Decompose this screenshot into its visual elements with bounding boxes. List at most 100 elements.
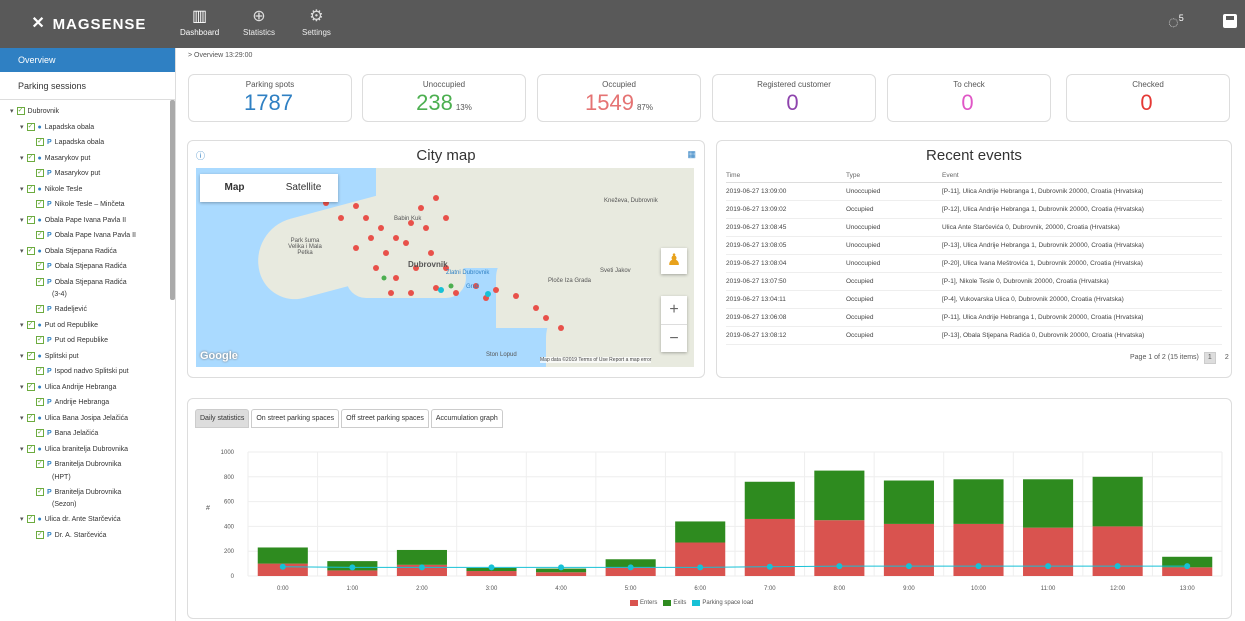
tree-node[interactable]: ✓ P Dr. A. Starčevića — [0, 528, 175, 544]
checkbox[interactable]: ✓ — [36, 169, 44, 178]
tree-node[interactable]: ▾ ✓ Dubrovnik — [0, 104, 175, 120]
tab-daily-statistics[interactable]: Daily statistics — [195, 409, 250, 428]
tree-node[interactable]: ▾ ✓ ● Masarykov put — [0, 151, 175, 167]
stat-card[interactable]: Checked 0 — [1066, 74, 1230, 122]
checkbox[interactable]: ✓ — [26, 215, 35, 224]
tree-node[interactable]: ✓ P Radeljević — [0, 302, 175, 318]
stat-card[interactable]: Registered customer 0 — [712, 74, 876, 122]
stat-card[interactable]: To check 0 — [887, 74, 1051, 122]
event-row[interactable]: 2019-06-27 13:04:11 Occupied [P-4], Vukova… — [726, 290, 1222, 309]
legend-load[interactable]: Parking space load — [692, 600, 753, 606]
checkbox[interactable]: ✓ — [16, 107, 25, 116]
tree-node[interactable]: ▾ ✓ ● Put od Republike — [0, 318, 175, 334]
nav-dashboard[interactable]: ▥ Dashboard — [180, 6, 219, 37]
checkbox[interactable]: ✓ — [36, 200, 44, 209]
tree-node[interactable]: ✓ P Masarykov put — [0, 166, 175, 182]
legend-enters[interactable]: Enters — [630, 600, 657, 606]
event-row[interactable]: 2019-06-27 13:08:05 Unoccupied [P-13], Uli… — [726, 236, 1222, 255]
zoom-in-button[interactable]: + — [661, 296, 687, 324]
save-icon[interactable] — [1223, 14, 1237, 28]
map-tab-map[interactable]: Map — [200, 174, 269, 202]
collapse-arrow-icon[interactable]: ▾ — [20, 124, 24, 131]
checkbox[interactable]: ✓ — [36, 487, 44, 496]
collapse-arrow-icon[interactable]: ▾ — [10, 108, 14, 115]
checkbox[interactable]: ✓ — [36, 277, 44, 286]
zoom-out-button[interactable]: − — [661, 324, 687, 352]
event-row[interactable]: 2019-06-27 13:09:02 Occupied [P-12], Ulica… — [726, 200, 1222, 219]
tree-node[interactable]: ▾ ✓ ● Nikole Tesle — [0, 182, 175, 198]
checkbox[interactable]: ✓ — [36, 138, 44, 147]
page-1-button[interactable]: 1 — [1203, 352, 1216, 364]
tree-node[interactable]: ✓ P Lapadska obala — [0, 135, 175, 151]
event-row[interactable]: 2019-06-27 13:06:08 Occupied [P-11], Ulica… — [726, 308, 1222, 327]
grid-icon[interactable]: ▦ — [687, 149, 696, 160]
sidebar-scrollbar[interactable] — [170, 100, 175, 300]
tree-node[interactable]: ▾ ✓ ● Lapadska obala — [0, 120, 175, 136]
tree-node[interactable]: ▾ ✓ ● Ulica Andrije Hebranga — [0, 380, 175, 396]
checkbox[interactable]: ✓ — [36, 305, 44, 314]
street-view-pegman-icon[interactable]: ♟ — [661, 248, 687, 274]
col-time[interactable]: Time — [726, 170, 846, 183]
checkbox[interactable]: ✓ — [26, 320, 35, 329]
tree-node[interactable]: ▾ ✓ ● Splitski put — [0, 349, 175, 365]
tree-node[interactable]: ✓ P Bana Jelačića — [0, 426, 175, 442]
stat-card[interactable]: Occupied 1549 87% — [537, 74, 701, 122]
checkbox[interactable]: ✓ — [36, 231, 44, 240]
checkbox[interactable]: ✓ — [26, 184, 35, 193]
checkbox[interactable]: ✓ — [36, 460, 44, 469]
event-row[interactable]: 2019-06-27 13:08:45 Unoccupied Ulica Ante … — [726, 218, 1222, 237]
tree-node[interactable]: ✓ P Branitelja Dubrovnika — [0, 457, 175, 473]
tab-off-street[interactable]: Off street parking spaces — [341, 409, 429, 428]
tree-node[interactable]: ▾ ✓ ● Ulica Bana Josipa Jelačića — [0, 411, 175, 427]
collapse-arrow-icon[interactable]: ▾ — [20, 322, 24, 329]
tree-node[interactable]: ✓ P Branitelja Dubrovnika — [0, 485, 175, 501]
legend-exits[interactable]: Exits — [663, 600, 686, 606]
tree-node[interactable]: ▾ ✓ ● Ulica dr. Ante Starčevića — [0, 512, 175, 528]
collapse-arrow-icon[interactable]: ▾ — [20, 446, 24, 453]
checkbox[interactable]: ✓ — [26, 444, 35, 453]
tree-node[interactable]: ✓ P Obala Pape Ivana Pavla II — [0, 228, 175, 244]
col-event[interactable]: Event — [942, 170, 1222, 183]
tree-node[interactable]: (3-4) — [0, 290, 175, 302]
stat-card[interactable]: Unoccupied 238 13% — [362, 74, 526, 122]
collapse-arrow-icon[interactable]: ▾ — [20, 384, 24, 391]
collapse-arrow-icon[interactable]: ▾ — [20, 248, 24, 255]
tree-node[interactable]: (Sezon) — [0, 500, 175, 512]
event-row[interactable]: 2019-06-27 13:09:00 Unoccupied [P-11], Uli… — [726, 182, 1222, 201]
checkbox[interactable]: ✓ — [36, 429, 44, 438]
tree-node[interactable]: ▾ ✓ ● Ulica branitelja Dubrovnika — [0, 442, 175, 458]
tab-accumulation-graph[interactable]: Accumulation graph — [430, 409, 503, 428]
collapse-arrow-icon[interactable]: ▾ — [20, 353, 24, 360]
collapse-arrow-icon[interactable]: ▾ — [20, 155, 24, 162]
map-attribution[interactable]: Map data ©2019 Terms of Use Report a map… — [540, 357, 652, 363]
tree-node[interactable]: ▾ ✓ ● Obala Pape Ivana Pavla II — [0, 213, 175, 229]
map-tab-satellite[interactable]: Satellite — [269, 174, 338, 202]
checkbox[interactable]: ✓ — [36, 398, 44, 407]
event-row[interactable]: 2019-06-27 13:08:04 Unoccupied [P-20], Uli… — [726, 254, 1222, 273]
tree-node[interactable]: ✓ P Andrije Hebranga — [0, 395, 175, 411]
tree-node[interactable]: ▾ ✓ ● Obala Stjepana Radića — [0, 244, 175, 260]
collapse-arrow-icon[interactable]: ▾ — [20, 516, 24, 523]
tab-on-street[interactable]: On street parking spaces — [251, 409, 340, 428]
nav-statistics[interactable]: ⊕ Statistics — [243, 6, 275, 37]
checkbox[interactable]: ✓ — [36, 336, 44, 345]
checkbox[interactable]: ✓ — [26, 122, 35, 131]
tree-node[interactable]: ✓ P Obala Stjepana Radića — [0, 259, 175, 275]
checkbox[interactable]: ✓ — [26, 153, 35, 162]
notifications-button[interactable]: ◌5 — [1168, 12, 1184, 33]
checkbox[interactable]: ✓ — [26, 246, 35, 255]
stat-card[interactable]: Parking spots 1787 — [188, 74, 352, 122]
checkbox[interactable]: ✓ — [26, 351, 35, 360]
nav-settings[interactable]: ⚙ Settings — [302, 6, 331, 37]
col-type[interactable]: Type — [846, 170, 942, 183]
checkbox[interactable]: ✓ — [26, 413, 35, 422]
app-logo[interactable]: ✕ MAGSENSE — [0, 0, 176, 48]
checkbox[interactable]: ✓ — [36, 262, 44, 271]
checkbox[interactable]: ✓ — [36, 367, 44, 376]
sidebar-item-parking-sessions[interactable]: Parking sessions — [0, 72, 175, 100]
checkbox[interactable]: ✓ — [26, 515, 35, 524]
info-icon[interactable]: ⓘ — [196, 149, 205, 162]
tree-node[interactable]: ✓ P Ispod nadvo Splitski put — [0, 364, 175, 380]
checkbox[interactable]: ✓ — [26, 382, 35, 391]
event-row[interactable]: 2019-06-27 13:07:50 Occupied [P-1], Nikole… — [726, 272, 1222, 291]
